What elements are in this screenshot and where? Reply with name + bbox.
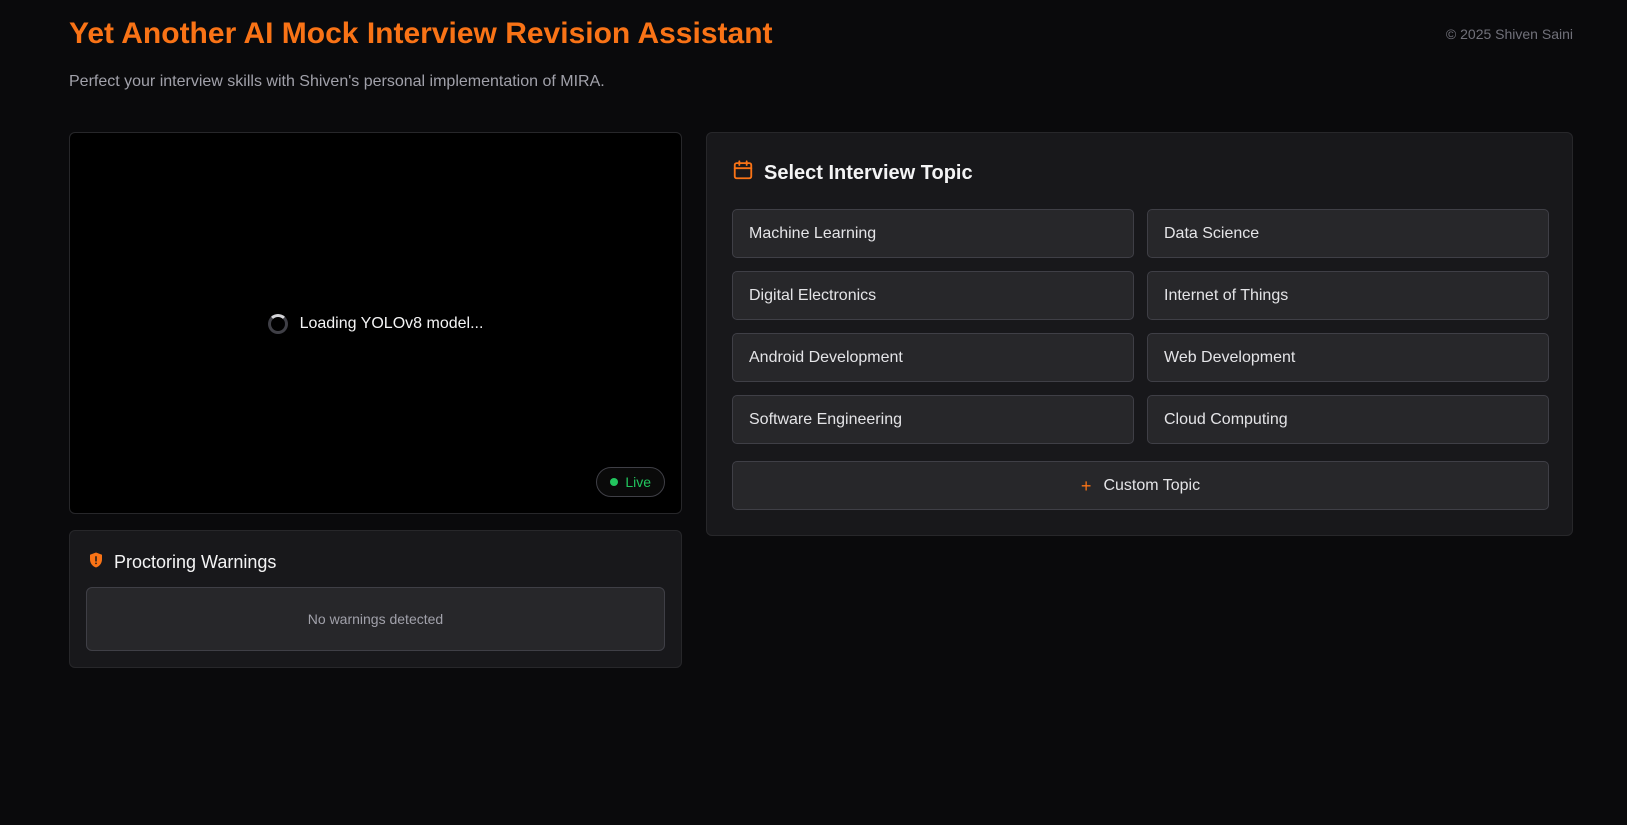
- topic-web-development-button[interactable]: Web Development: [1147, 333, 1549, 382]
- copyright-text: © 2025 Shiven Saini: [1445, 26, 1573, 42]
- spinner-icon: [267, 314, 288, 334]
- topic-title: Select Interview Topic: [764, 161, 973, 184]
- live-badge: Live: [596, 467, 665, 497]
- topic-header: Select Interview Topic: [732, 159, 973, 187]
- proctoring-header: Proctoring Warnings: [87, 551, 276, 574]
- plus-icon: +: [1080, 475, 1092, 496]
- custom-topic-button[interactable]: + Custom Topic: [732, 461, 1549, 510]
- page-title: Yet Another AI Mock Interview Revision A…: [69, 17, 773, 50]
- proctoring-title: Proctoring Warnings: [114, 552, 277, 572]
- warnings-list: No warnings detected: [86, 587, 665, 651]
- topic-machine-learning-button[interactable]: Machine Learning: [732, 209, 1134, 258]
- shield-alert-icon: [87, 551, 105, 574]
- loading-indicator: Loading YOLOv8 model...: [70, 314, 681, 334]
- topic-digital-electronics-button[interactable]: Digital Electronics: [732, 271, 1134, 320]
- no-warnings-text: No warnings detected: [307, 611, 444, 627]
- live-dot-icon: [610, 478, 619, 486]
- custom-topic-label: Custom Topic: [1103, 476, 1201, 494]
- page-subtitle: Perfect your interview skills with Shive…: [69, 73, 605, 90]
- topic-cloud-computing-button[interactable]: Cloud Computing: [1147, 395, 1549, 444]
- live-label: Live: [625, 474, 651, 490]
- proctoring-warnings-panel: Proctoring Warnings No warnings detected: [69, 530, 682, 668]
- topic-internet-of-things-button[interactable]: Internet of Things: [1147, 271, 1549, 320]
- topic-android-development-button[interactable]: Android Development: [732, 333, 1134, 382]
- topic-grid: Machine Learning Data Science Digital El…: [732, 209, 1549, 444]
- topic-selection-panel: Select Interview Topic Machine Learning …: [706, 132, 1573, 536]
- page-header: Yet Another AI Mock Interview Revision A…: [69, 16, 773, 92]
- calendar-icon: [732, 159, 754, 187]
- video-feed-panel: Loading YOLOv8 model... Live: [69, 132, 682, 514]
- topic-data-science-button[interactable]: Data Science: [1147, 209, 1549, 258]
- loading-text: Loading YOLOv8 model...: [299, 315, 484, 332]
- topic-software-engineering-button[interactable]: Software Engineering: [732, 395, 1134, 444]
